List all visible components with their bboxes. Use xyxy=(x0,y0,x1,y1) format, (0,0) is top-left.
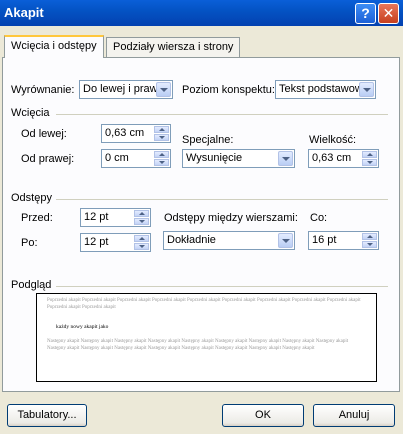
alignment-label: Wyrównanie: xyxy=(11,84,75,96)
alignment-select[interactable]: Do lewej i praw xyxy=(79,80,173,99)
line-spacing-select[interactable]: Dokładnie xyxy=(163,231,295,250)
chevron-down-icon[interactable] xyxy=(359,82,374,97)
tab-label: Podziały wiersza i strony xyxy=(113,41,234,53)
spin-up-icon[interactable] xyxy=(362,151,377,158)
spacing-before-label: Przed: xyxy=(21,212,53,224)
tab-label: Wcięcia i odstępy xyxy=(11,40,97,52)
indent-by-spinner[interactable]: 0,63 cm xyxy=(308,149,379,168)
preview-previous-paragraph: Poprzedni akapit Poprzedni akapit Poprze… xyxy=(47,298,361,310)
window-title: Akapit xyxy=(4,5,44,20)
close-button[interactable]: ✕ xyxy=(378,3,399,24)
ok-button-label: OK xyxy=(255,409,271,421)
spacing-after-spinner[interactable]: 12 pt xyxy=(80,233,151,252)
close-icon: ✕ xyxy=(382,5,395,21)
spin-up-icon[interactable] xyxy=(154,151,169,158)
special-value: Wysunięcie xyxy=(186,152,243,164)
spin-down-icon[interactable] xyxy=(134,243,149,250)
spin-up-icon[interactable] xyxy=(134,235,149,242)
spin-up-icon[interactable] xyxy=(154,126,169,133)
tabs-button-label: Tabulatory... xyxy=(17,409,77,421)
spacing-after-value: 12 pt xyxy=(84,236,109,248)
spin-down-icon[interactable] xyxy=(134,218,149,225)
indent-by-value: 0,63 cm xyxy=(312,152,352,164)
cancel-button[interactable]: Anuluj xyxy=(313,404,395,427)
title-bar[interactable]: Akapit ? ✕ xyxy=(0,0,403,26)
line-spacing-at-label: Co: xyxy=(310,212,328,224)
preview-box: Poprzedni akapit Poprzedni akapit Poprze… xyxy=(36,293,377,382)
help-button[interactable]: ? xyxy=(355,3,376,24)
special-select[interactable]: Wysunięcie xyxy=(182,149,295,168)
line-spacing-at-spinner[interactable]: 16 pt xyxy=(308,231,379,250)
section-divider xyxy=(56,114,388,115)
spacing-after-label: Po: xyxy=(21,237,38,249)
indent-left-label: Od lewej: xyxy=(21,128,67,140)
indentation-section-label: Wcięcia xyxy=(11,107,50,119)
line-spacing-label: Odstępy między wierszami: xyxy=(164,212,298,224)
tab-indents-spacing[interactable]: Wcięcia i odstępy xyxy=(4,35,104,58)
spin-down-icon[interactable] xyxy=(154,159,169,166)
preview-sample-paragraph: każdy nowy akapit jako xyxy=(56,324,109,330)
spin-up-icon[interactable] xyxy=(134,210,149,217)
section-divider xyxy=(56,199,388,200)
indent-left-value: 0,63 cm xyxy=(105,127,145,139)
outline-level-label: Poziom konspektu: xyxy=(182,84,275,96)
chevron-down-icon[interactable] xyxy=(278,151,293,166)
line-spacing-value: Dokładnie xyxy=(167,234,216,246)
spacing-before-spinner[interactable]: 12 pt xyxy=(80,208,151,227)
alignment-value: Do lewej i praw xyxy=(83,83,157,95)
spin-down-icon[interactable] xyxy=(362,159,377,166)
section-divider xyxy=(56,286,388,287)
indent-right-value: 0 cm xyxy=(105,152,129,164)
chevron-down-icon[interactable] xyxy=(278,233,293,248)
indent-right-spinner[interactable]: 0 cm xyxy=(101,149,171,168)
line-spacing-at-value: 16 pt xyxy=(312,234,337,246)
spacing-before-value: 12 pt xyxy=(84,211,109,223)
special-label: Specjalne: xyxy=(182,134,234,146)
tabs-button[interactable]: Tabulatory... xyxy=(7,404,87,427)
spin-up-icon[interactable] xyxy=(362,233,377,240)
outline-level-select[interactable]: Tekst podstawow xyxy=(275,80,376,99)
preview-next-paragraph: Następny akapit Następny akapit Następny… xyxy=(47,339,349,351)
indent-left-spinner[interactable]: 0,63 cm xyxy=(101,124,171,143)
outline-level-value: Tekst podstawow xyxy=(279,83,361,95)
spacing-section-label: Odstępy xyxy=(11,192,52,204)
preview-section-label: Podgląd xyxy=(11,279,52,291)
cancel-button-label: Anuluj xyxy=(338,409,370,421)
question-icon: ? xyxy=(361,5,370,21)
ok-button[interactable]: OK xyxy=(222,404,304,427)
indent-right-label: Od prawej: xyxy=(21,153,75,165)
spin-down-icon[interactable] xyxy=(154,134,169,141)
spin-down-icon[interactable] xyxy=(362,241,377,248)
chevron-down-icon[interactable] xyxy=(156,82,171,97)
indent-by-label: Wielkość: xyxy=(309,134,357,146)
tab-line-page-breaks[interactable]: Podziały wiersza i strony xyxy=(106,37,241,58)
